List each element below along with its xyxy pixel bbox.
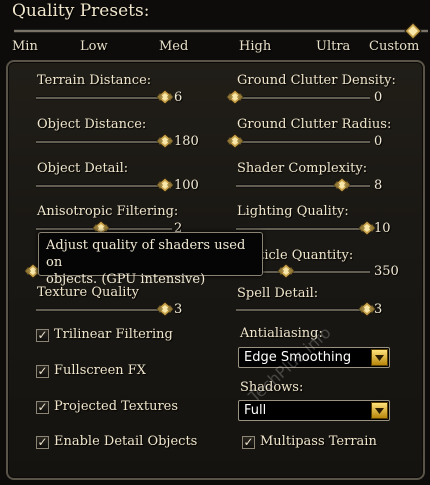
fullscreen-fx-checkbox[interactable]: ✓ (36, 365, 49, 378)
fullscreen-fx-label: Fullscreen FX (54, 363, 147, 378)
shader-complexity-value: 8 (374, 178, 383, 193)
object-distance-label: Object Distance: (37, 117, 147, 132)
enable-detail-objects-label: Enable Detail Objects (54, 434, 198, 449)
projected-textures-label: Projected Textures (54, 399, 179, 414)
shader-tooltip: Adjust quality of shaders used on object… (38, 232, 263, 287)
object-distance-handle[interactable] (156, 133, 174, 149)
particle-quantity-handle[interactable] (277, 263, 295, 279)
shadows-value: Full (244, 403, 267, 418)
ground-clutter-radius-handle[interactable] (226, 133, 244, 149)
tooltip-line-1: Adjust quality of shaders used on (46, 238, 246, 270)
chevron-down-icon[interactable] (371, 402, 388, 419)
texture-quality-track[interactable] (36, 308, 172, 312)
ground-clutter-radius-value: 0 (374, 134, 383, 149)
object-distance-track[interactable] (36, 140, 172, 144)
quality-presets-slider-handle[interactable] (404, 22, 422, 40)
projected-textures-checkbox[interactable]: ✓ (36, 401, 49, 414)
shader-complexity-label: Shader Complexity: (237, 161, 368, 176)
ground-clutter-radius-label: Ground Clutter Radius: (237, 117, 392, 132)
object-distance-value: 180 (174, 134, 199, 149)
terrain-distance-handle[interactable] (156, 89, 174, 105)
preset-low-label[interactable]: Low (80, 39, 108, 54)
object-detail-handle[interactable] (156, 177, 174, 193)
texture-quality-handle[interactable] (156, 301, 174, 317)
object-detail-track[interactable] (36, 184, 172, 188)
multipass-terrain-checkbox[interactable]: ✓ (242, 436, 255, 449)
preset-custom-label[interactable]: Custom (369, 39, 419, 54)
terrain-distance-value: 6 (174, 90, 183, 105)
ground-clutter-density-label: Ground Clutter Density: (237, 73, 396, 88)
object-detail-label: Object Detail: (37, 161, 129, 176)
anisotropic-filtering-label: Anisotropic Filtering: (37, 204, 179, 219)
preset-min-label[interactable]: Min (12, 39, 38, 54)
quality-presets-title: Quality Presets: (12, 1, 150, 21)
spell-detail-track[interactable] (236, 308, 370, 312)
object-detail-value: 100 (174, 178, 199, 193)
lighting-quality-label: Lighting Quality: (237, 204, 349, 219)
spell-detail-value: 3 (374, 302, 383, 317)
trilinear-filtering-checkbox[interactable]: ✓ (36, 329, 49, 342)
trilinear-filtering-label: Trilinear Filtering (54, 327, 173, 342)
preset-med-label[interactable]: Med (159, 39, 188, 54)
ground-clutter-density-value: 0 (374, 90, 383, 105)
ground-clutter-radius-track[interactable] (236, 140, 370, 144)
texture-quality-value: 3 (174, 302, 183, 317)
ground-clutter-density-track[interactable] (236, 96, 370, 100)
lighting-quality-track[interactable] (236, 227, 370, 231)
quality-presets-slider-track[interactable] (14, 29, 428, 33)
terrain-distance-label: Terrain Distance: (37, 73, 152, 88)
shader-complexity-handle[interactable] (333, 177, 351, 193)
chevron-down-icon[interactable] (371, 349, 388, 366)
preset-high-label[interactable]: High (239, 39, 271, 54)
enable-detail-objects-checkbox[interactable]: ✓ (36, 436, 49, 449)
spell-detail-label: Spell Detail: (237, 286, 319, 301)
terrain-distance-track[interactable] (36, 96, 172, 100)
particle-quantity-value: 350 (374, 264, 399, 279)
multipass-terrain-label: Multipass Terrain (260, 434, 377, 449)
lighting-quality-value: 10 (374, 221, 391, 236)
preset-ultra-label[interactable]: Ultra (316, 39, 350, 54)
ground-clutter-density-handle[interactable] (226, 89, 244, 105)
tooltip-line-2: objects. (GPU intensive) (46, 272, 206, 287)
